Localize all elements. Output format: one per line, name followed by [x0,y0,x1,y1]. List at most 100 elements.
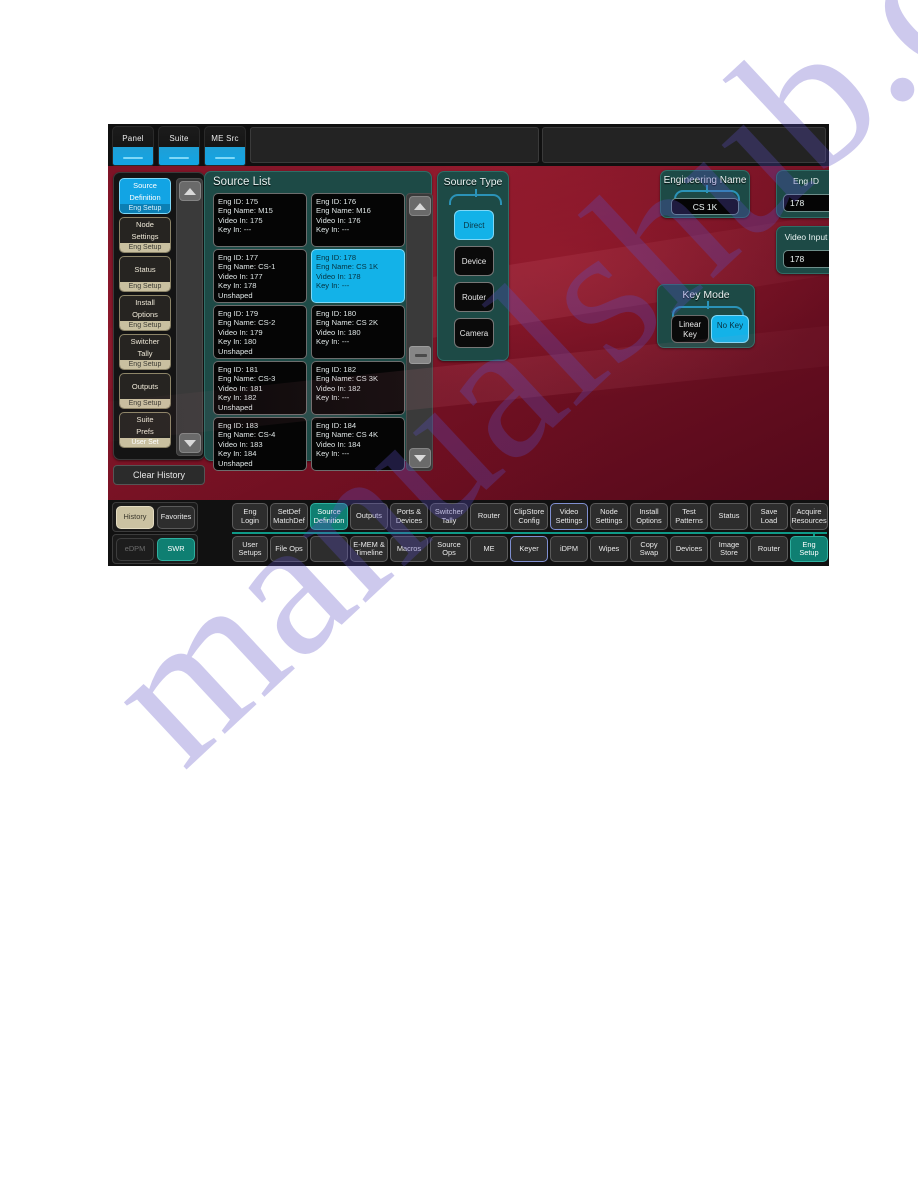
source-list-scrollbar[interactable] [406,193,433,471]
card-video-in: Video In: 175 [218,215,263,225]
edpm-button[interactable]: eDPM [116,538,154,561]
toolbar-emem-timeline[interactable]: E-MEM & Timeline [350,536,388,562]
toolbar-acquire-resources[interactable]: Acquire Resources [790,503,828,530]
source-type-camera[interactable]: Camera [454,318,494,348]
source-type-direct[interactable]: Direct [454,210,494,240]
toolbar-status[interactable]: Status [710,503,748,530]
list-scroll-up-button[interactable] [409,196,431,216]
toolbar-switcher-tally[interactable]: Switcher Tally [430,503,468,530]
nav-item-source-definition[interactable]: Source Definition Eng Setup [119,178,171,214]
toolbar-eng-login[interactable]: Eng Login [232,503,268,530]
toolbar-user-setups[interactable]: User Setups [232,536,268,562]
card-eng-name: Eng Name: CS-2 [218,318,276,328]
btn-label-line1: Eng Login [240,507,260,525]
toolbar-source-ops[interactable]: Source Ops [430,536,468,562]
toolbar-router-2[interactable]: Router [750,536,788,562]
card-eng-name: Eng Name: CS 1K [316,262,379,272]
key-mode-linear-key[interactable]: Linear Key [671,315,709,343]
tab-slot-right[interactable] [542,127,826,163]
card-eng-id: Eng ID: 182 [316,365,357,374]
history-button[interactable]: History [116,506,154,529]
source-card[interactable]: Eng ID: 175 Eng Name: M15 Video In: 175 … [213,193,307,247]
btn-label-line1: iDPM [559,543,579,553]
toolbar-setdef-matchdef[interactable]: SetDef MatchDef [270,503,308,530]
engineering-name-value[interactable]: CS 1K [671,198,739,215]
video-input-value[interactable]: 178 [783,250,829,268]
source-card[interactable]: Eng ID: 176 Eng Name: M16 Video In: 176 … [311,193,405,247]
source-card[interactable]: Eng ID: 177 Eng Name: CS-1 Video In: 177… [213,249,307,303]
eng-id-value[interactable]: 178 [783,194,829,212]
nav-sub-label: Eng Setup [120,321,170,330]
toolbar-install-options[interactable]: Install Options [630,503,668,530]
card-key-in: Key In: 184 [218,449,257,459]
nav-scroll-up-button[interactable] [179,181,201,201]
card-video-in: Video In: 182 [316,383,361,393]
toolbar-file-ops[interactable]: File Ops [270,536,308,562]
toolbar-keyer[interactable]: Keyer [510,536,548,562]
nav-item-outputs[interactable]: Outputs Eng Setup [119,373,171,409]
tab-suite[interactable]: Suite [158,126,200,166]
tab-me-src[interactable]: ME Src [204,126,246,166]
btn-label-line2: Patterns [675,515,703,525]
key-mode-title: Key Mode [682,289,730,301]
toolbar-row1-group: Eng Login SetDef MatchDef Source Definit… [232,502,828,532]
toolbar-image-store[interactable]: Image Store [710,536,748,562]
card-eng-name: Eng Name: CS-4 [218,430,276,440]
key-mode-label-line1: No Key [716,321,744,330]
nav-item-switcher-tally[interactable]: Switcher Tally Eng Setup [119,334,171,370]
source-card[interactable]: Eng ID: 181 Eng Name: CS-3 Video In: 181… [213,361,307,415]
btn-label-line2: Store [720,548,738,557]
source-card[interactable]: Eng ID: 183 Eng Name: CS-4 Video In: 183… [213,417,307,471]
toolbar-save-load[interactable]: Save Load [750,503,788,530]
card-key-in: Key In: 178 [218,281,257,291]
source-type-device[interactable]: Device [454,246,494,276]
toolbar-eng-setup[interactable]: Eng Setup [790,536,828,562]
source-card[interactable]: Eng ID: 184 Eng Name: CS 4K Video In: 18… [311,417,405,471]
nav-scroll-down-button[interactable] [179,433,201,453]
engineering-name-panel: Engineering Name CS 1K [660,170,750,218]
nav-sub-label: Eng Setup [120,360,170,369]
toolbar-clipstore-config[interactable]: ClipStore Config [510,503,548,530]
list-scroll-down-button[interactable] [409,448,431,468]
edpm-swr-group: eDPM SWR [112,534,198,564]
toolbar-video-settings[interactable]: Video Settings [550,503,588,530]
toolbar-router[interactable]: Router [470,503,508,530]
nav-label-line2: Settings [131,231,159,241]
toolbar-devices[interactable]: Devices [670,536,708,562]
toolbar-idpm[interactable]: iDPM [550,536,588,562]
toolbar-macros[interactable]: Macros [390,536,428,562]
source-card[interactable]: Eng ID: 182 Eng Name: CS 3K Video In: 18… [311,361,405,415]
toolbar-wipes[interactable]: Wipes [590,536,628,562]
engineering-name-title: Engineering Name [663,175,747,186]
key-mode-no-key[interactable]: No Key [711,315,749,343]
source-list-title: Source List [213,176,271,188]
nav-item-suite-prefs[interactable]: Suite Prefs User Set [119,412,171,448]
swr-button[interactable]: SWR [157,538,195,561]
clear-history-button[interactable]: Clear History [113,465,205,485]
favorites-button[interactable]: Favorites [157,506,195,529]
nav-scrollbar[interactable] [176,178,203,456]
toolbar-copy-swap[interactable]: Copy Swap [630,536,668,562]
card-key-in: Key In: --- [218,225,252,235]
toolbar-test-patterns[interactable]: Test Patterns [670,503,708,530]
source-card[interactable]: Eng ID: 180 Eng Name: CS 2K Video In: 18… [311,305,405,359]
card-key-in: Key In: --- [316,337,350,347]
tab-panel[interactable]: Panel [112,126,154,166]
toolbar-node-settings[interactable]: Node Settings [590,503,628,530]
source-type-router[interactable]: Router [454,282,494,312]
list-scroll-thumb[interactable] [409,346,431,364]
toolbar-me[interactable]: ME [470,536,508,562]
tab-slot-left[interactable] [250,127,539,163]
nav-item-install-options[interactable]: Install Options Eng Setup [119,295,171,331]
nav-item-status[interactable]: Status Eng Setup [119,256,171,292]
toolbar-ports-devices[interactable]: Ports & Devices [390,503,428,530]
source-card-selected[interactable]: Eng ID: 178 Eng Name: CS 1K Video In: 17… [311,249,405,303]
source-card[interactable]: Eng ID: 179 Eng Name: CS-2 Video In: 179… [213,305,307,359]
nav-label-line1: Source [133,181,157,190]
toolbar-blank-slot[interactable] [310,536,348,562]
btn-label-line2: Settings [595,515,623,525]
toolbar-source-definition[interactable]: Source Definition [310,503,348,530]
nav-item-node-settings[interactable]: Node Settings Eng Setup [119,217,171,253]
btn-label-line2: Setups [238,548,262,557]
toolbar-outputs[interactable]: Outputs [350,503,388,530]
